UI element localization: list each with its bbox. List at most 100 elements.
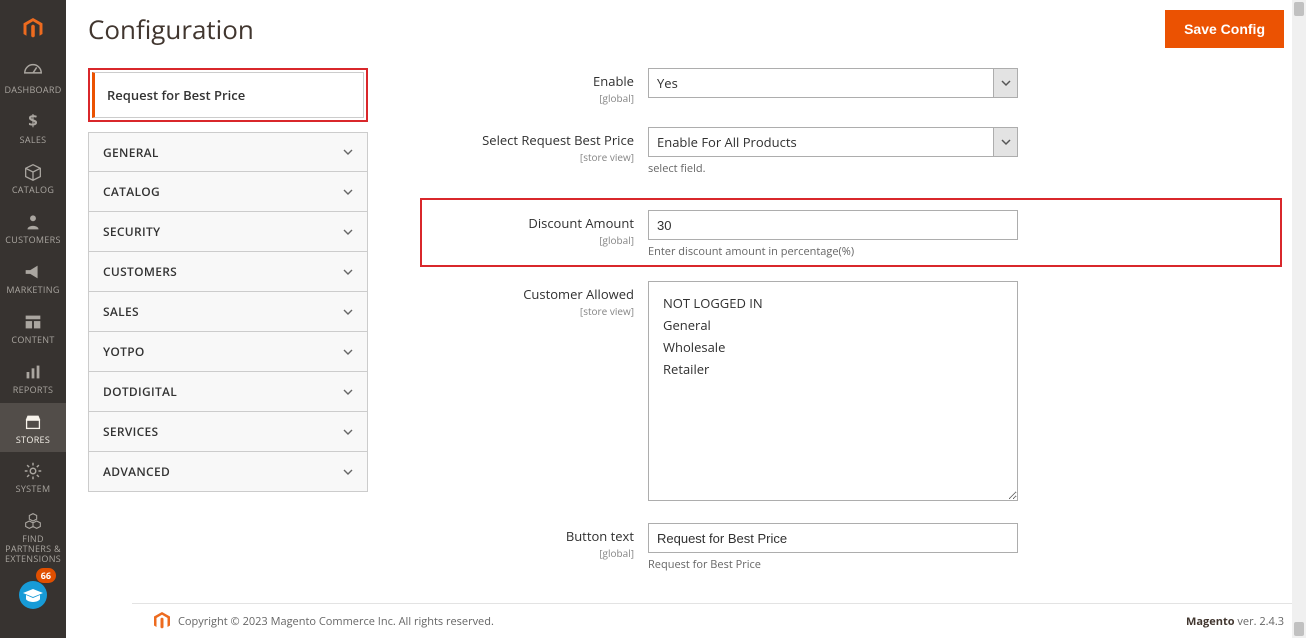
input-discount-amount[interactable] (648, 210, 1018, 240)
section-label: CUSTOMERS (103, 263, 177, 280)
help-badge: 66 (36, 568, 56, 583)
config-section-dotdigital[interactable]: DOTDIGITAL (88, 372, 368, 412)
scope-enable: [global] (428, 91, 634, 105)
barchart-icon (22, 361, 44, 383)
nav-label: CONTENT (11, 335, 54, 345)
scope-customer-allowed: [store view] (428, 304, 634, 318)
box-icon (22, 161, 44, 183)
multiselect-option[interactable]: Retailer (663, 358, 1003, 380)
multiselect-option[interactable]: NOT LOGGED IN (663, 292, 1003, 314)
dollar-icon: $ (22, 111, 44, 133)
chevron-down-icon (343, 427, 353, 437)
config-section-advanced[interactable]: ADVANCED (88, 452, 368, 492)
nav-item-content[interactable]: CONTENT (0, 303, 66, 353)
scope-discount: [global] (428, 233, 634, 247)
config-section-sales[interactable]: SALES (88, 292, 368, 332)
person-icon (22, 211, 44, 233)
note-select-request: select field. (648, 161, 1018, 176)
main-content: Configuration Save Config Request for Be… (66, 0, 1306, 638)
field-select-request: Select Request Best Price [store view] E… (428, 127, 1274, 176)
config-section-security[interactable]: SECURITY (88, 212, 368, 252)
section-label: ADVANCED (103, 463, 170, 480)
section-label: GENERAL (103, 144, 159, 161)
scope-button-text: [global] (428, 546, 634, 560)
multiselect-customer-allowed[interactable]: NOT LOGGED IN General Wholesale Retailer (648, 281, 1018, 501)
nav-item-catalog[interactable]: CATALOG (0, 153, 66, 203)
section-label: SECURITY (103, 223, 160, 240)
config-tabs-panel: Request for Best Price GENERAL CATALOG SEC… (88, 68, 368, 638)
label-button-text: Button text (428, 527, 634, 545)
config-section-yotpo[interactable]: YOTPO (88, 332, 368, 372)
chevron-down-icon (343, 147, 353, 157)
section-label: SERVICES (103, 423, 158, 440)
dashboard-icon (22, 61, 44, 83)
select-request-toggle[interactable] (993, 128, 1017, 156)
label-enable: Enable (428, 72, 634, 90)
nav-label: CUSTOMERS (5, 235, 60, 245)
svg-text:$: $ (28, 111, 37, 132)
chevron-down-icon (1001, 78, 1011, 88)
nav-item-system[interactable]: SYSTEM (0, 452, 66, 502)
nav-item-dashboard[interactable]: DASHBOARD (0, 53, 66, 103)
multiselect-option[interactable]: General (663, 314, 1003, 336)
chevron-down-icon (343, 467, 353, 477)
note-discount: Enter discount amount in percentage(%) (648, 244, 1018, 259)
section-label: YOTPO (103, 343, 145, 360)
chevron-down-icon (1001, 137, 1011, 147)
field-customer-allowed: Customer Allowed [store view] NOT LOGGED… (428, 281, 1274, 501)
nav-label: CATALOG (12, 185, 54, 195)
nav-item-reports[interactable]: REPORTS (0, 353, 66, 403)
select-enable-value: Yes (649, 69, 993, 97)
chevron-down-icon (343, 347, 353, 357)
chevron-down-icon (343, 227, 353, 237)
config-section-customers[interactable]: CUSTOMERS (88, 252, 368, 292)
megaphone-icon (22, 261, 44, 283)
nav-label: STORES (16, 435, 50, 445)
scope-select-request: [store view] (428, 150, 634, 164)
nav-label: DASHBOARD (4, 85, 61, 95)
save-config-button[interactable]: Save Config (1165, 10, 1284, 48)
nav-label: SYSTEM (16, 484, 51, 494)
footer-copyright: Copyright © 2023 Magento Commerce Inc. A… (178, 614, 494, 629)
config-section-services[interactable]: SERVICES (88, 412, 368, 452)
scrollbar-thumb-top[interactable] (1294, 2, 1304, 16)
nav-item-sales[interactable]: $ SALES (0, 103, 66, 153)
vertical-scrollbar[interactable] (1292, 0, 1306, 638)
config-section-catalog[interactable]: CATALOG (88, 172, 368, 212)
nav-item-stores[interactable]: STORES (0, 403, 66, 453)
nav-help[interactable]: 66 (0, 572, 66, 618)
nav-label: REPORTS (13, 385, 54, 395)
input-button-text[interactable] (648, 523, 1018, 553)
storefront-icon (22, 411, 44, 433)
nav-item-customers[interactable]: CUSTOMERS (0, 203, 66, 253)
multiselect-option[interactable]: Wholesale (663, 336, 1003, 358)
nav-label: FIND PARTNERS & EXTENSIONS (2, 534, 64, 564)
layout-icon (22, 311, 44, 333)
section-label: SALES (103, 303, 139, 320)
select-request-best-price[interactable]: Enable For All Products (648, 127, 1018, 157)
select-request-value: Enable For All Products (649, 128, 993, 156)
magento-logo-icon (18, 18, 48, 39)
section-label: DOTDIGITAL (103, 383, 177, 400)
scrollbar-thumb-bottom[interactable] (1294, 622, 1304, 636)
field-enable: Enable [global] Yes (428, 68, 1274, 105)
nav-item-marketing[interactable]: MARKETING (0, 253, 66, 303)
page-footer: Copyright © 2023 Magento Commerce Inc. A… (132, 603, 1306, 638)
select-enable[interactable]: Yes (648, 68, 1018, 98)
field-discount-amount-highlighted: Discount Amount [global] Enter discount … (420, 198, 1282, 267)
nav-label: SALES (20, 135, 47, 145)
magento-logo-small-icon (154, 612, 170, 630)
select-enable-toggle[interactable] (993, 69, 1017, 97)
chevron-down-icon (343, 307, 353, 317)
config-section-general[interactable]: GENERAL (88, 132, 368, 172)
gear-icon (22, 460, 44, 482)
field-button-text: Button text [global] Request for Best Pr… (428, 523, 1274, 572)
nav-item-find-partners-extensions[interactable]: FIND PARTNERS & EXTENSIONS (0, 502, 66, 572)
section-label: CATALOG (103, 183, 160, 200)
nav-label: MARKETING (6, 285, 59, 295)
highlight-active-tab: Request for Best Price (88, 68, 368, 122)
config-tab-active[interactable]: Request for Best Price (92, 72, 364, 118)
cubes-icon (22, 510, 44, 532)
chevron-down-icon (343, 387, 353, 397)
footer-product: Magento (1186, 614, 1235, 629)
